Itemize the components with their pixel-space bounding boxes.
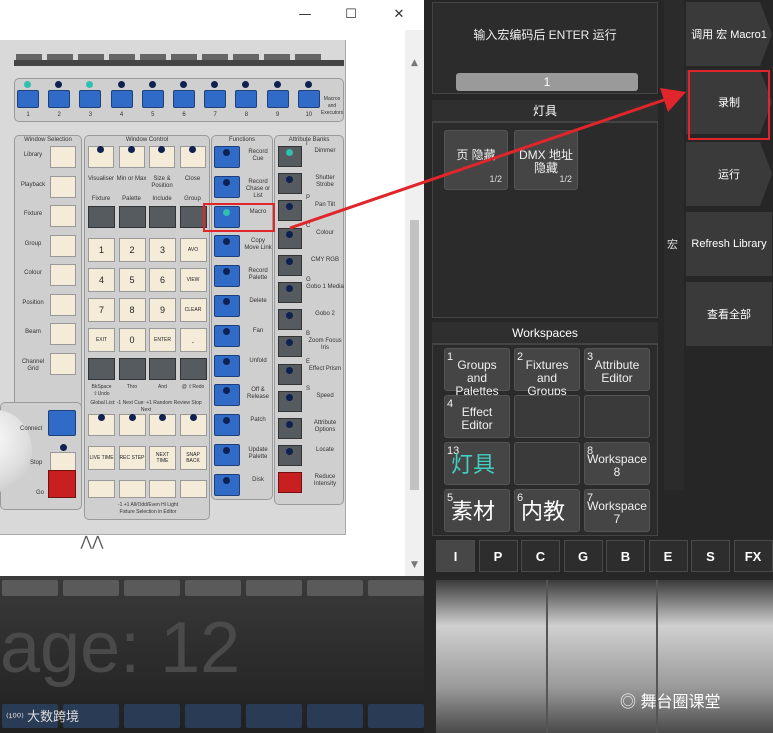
screen: — ☐ ✕ ▲ ▼ 1 2 3 4 5 6 7 8 9 10 Macros and Executo… (0, 0, 773, 733)
annotation-arrow (289, 88, 686, 230)
arrow-line (289, 98, 665, 230)
